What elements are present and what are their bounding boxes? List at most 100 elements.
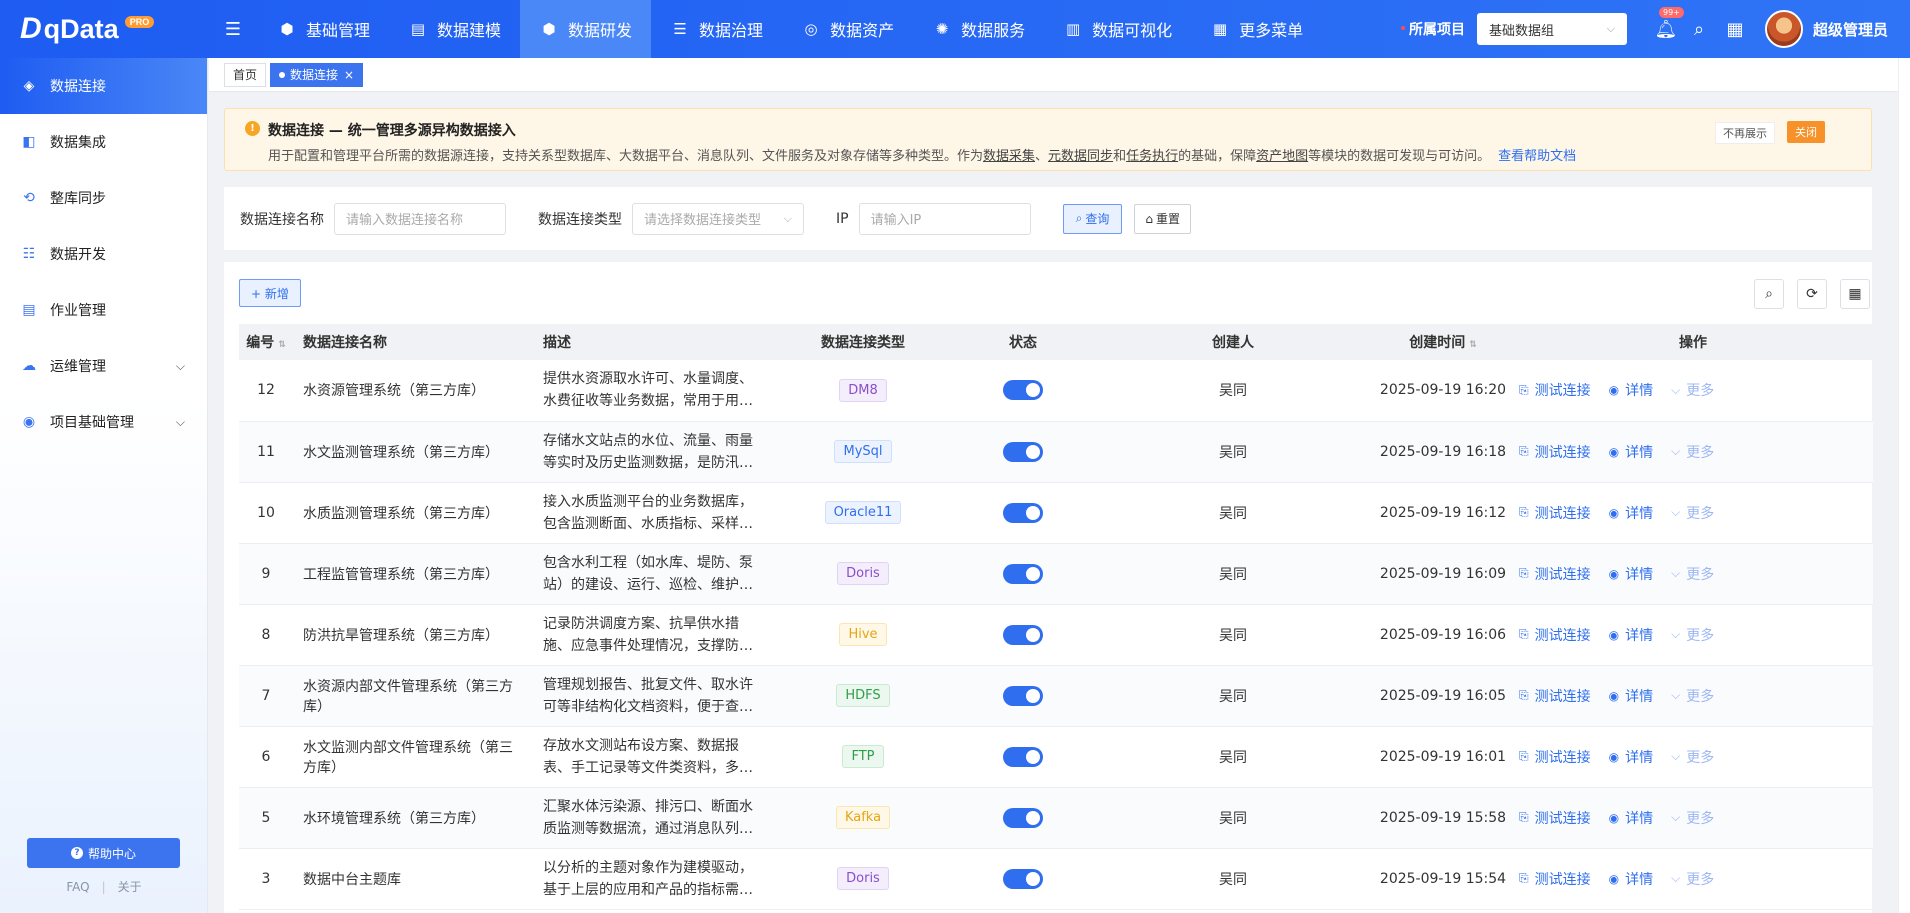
more-button[interactable]: ⌵ 更多: [1671, 808, 1714, 828]
test-connection-button[interactable]: ⎘ 测试连接: [1519, 747, 1591, 767]
table-row[interactable]: 3数据中台主题库以分析的主题对象作为建模驱动，基于上层的应用和产品的指标需求进行…: [239, 848, 1873, 910]
detail-button[interactable]: ◉ 详情: [1609, 442, 1653, 462]
test-connection-button[interactable]: ⎘ 测试连接: [1519, 625, 1591, 645]
notice-link-data-collection[interactable]: 数据采集: [983, 149, 1035, 164]
sidebar-item-3[interactable]: ☷ 数据开发: [0, 226, 207, 282]
more-button[interactable]: ⌵ 更多: [1671, 564, 1714, 584]
tab-0[interactable]: 首页: [224, 62, 267, 87]
faq-link[interactable]: FAQ: [66, 880, 89, 894]
status-toggle[interactable]: [1003, 685, 1043, 706]
table-row[interactable]: 5 水环境管理系统（第三方库） 汇聚水体污染源、排污口、断面水质监测等数据流，通过消…: [239, 787, 1873, 849]
cell-name: 工程监管管理系统（第三方库）: [293, 543, 533, 605]
username[interactable]: 超级管理员: [1813, 19, 1888, 40]
sidebar-item-1[interactable]: ◧ 数据集成: [0, 114, 207, 170]
status-toggle[interactable]: [1003, 502, 1043, 523]
nav-item-4[interactable]: ◎ 数据资产: [782, 0, 913, 58]
sort-icon[interactable]: ⇅: [278, 340, 286, 350]
close-notice-button[interactable]: 关闭: [1787, 121, 1825, 143]
detail-button[interactable]: ◉ 详情: [1609, 869, 1653, 889]
more-button[interactable]: ⌵ 更多: [1671, 442, 1714, 462]
more-button[interactable]: ⌵ 更多: [1671, 869, 1714, 889]
tab-1[interactable]: 数据连接 ×: [270, 62, 364, 87]
test-connection-button[interactable]: ⎘ 测试连接: [1519, 503, 1591, 523]
cell-desc: 存放水文测站布设方案、数据报表、手工记录等文件类资料，多种格式统一存储: [533, 726, 773, 788]
more-button[interactable]: ⌵ 更多: [1671, 503, 1714, 523]
sidebar-item-5[interactable]: ☁ 运维管理 ⌵: [0, 338, 207, 394]
project-select[interactable]: 基础数据组 ⌵: [1476, 13, 1627, 45]
sort-icon[interactable]: ⇅: [1469, 340, 1477, 350]
name-filter-input[interactable]: 请输入数据连接名称: [334, 202, 506, 235]
more-button[interactable]: ⌵ 更多: [1671, 380, 1714, 400]
columns-grid-icon[interactable]: ▦: [1840, 279, 1870, 309]
detail-button[interactable]: ◉ 详情: [1609, 625, 1653, 645]
notification-bell-icon[interactable]: 🔔︎ 99+: [1651, 6, 1684, 40]
table-row[interactable]: 12 水资源管理系统（第三方库） 提供水资源取水许可、水量调度、水费征收等业务数据，…: [239, 360, 1873, 422]
table-row[interactable]: 7 水资源内部文件管理系统（第三方库） 管理规划报告、批复文件、取水许可等非结构化文…: [239, 665, 1873, 727]
notice-link-metadata-sync[interactable]: 元数据同步: [1048, 149, 1113, 164]
refresh-icon[interactable]: ⟳: [1797, 279, 1827, 309]
nav-item-label: 数据可视化: [1092, 21, 1173, 40]
detail-button[interactable]: ◉ 详情: [1609, 747, 1653, 767]
nav-item-6[interactable]: ▥ 数据可视化: [1044, 0, 1191, 58]
about-link[interactable]: 关于: [118, 880, 142, 894]
query-button[interactable]: ⌕ 查询: [1062, 203, 1123, 234]
reset-button[interactable]: ⌂ 重置: [1134, 203, 1191, 234]
test-connection-button[interactable]: ⎘ 测试连接: [1519, 442, 1591, 462]
test-connection-button[interactable]: ⎘ 测试连接: [1519, 564, 1591, 584]
status-toggle[interactable]: [1003, 563, 1043, 584]
test-connection-button[interactable]: ⎘ 测试连接: [1519, 686, 1591, 706]
detail-button[interactable]: ◉ 详情: [1609, 503, 1653, 523]
ip-filter-input[interactable]: 请输入IP: [858, 202, 1031, 235]
info-notice: ! 数据连接 — 统一管理多源异构数据接入 用于配置和管理平台所需的数据源连接，…: [224, 108, 1872, 171]
test-connection-button[interactable]: ⎘ 测试连接: [1519, 380, 1591, 400]
status-toggle[interactable]: [1003, 624, 1043, 645]
table-row[interactable]: 11 水文监测管理系统（第三方库） 存储水文站点的水位、流量、雨量等实时及历史监测数…: [239, 421, 1873, 483]
test-connection-button[interactable]: ⎘ 测试连接: [1519, 808, 1591, 828]
sidebar-item-2[interactable]: ⟲ 整库同步: [0, 170, 207, 226]
sidebar-item-6[interactable]: ◉ 项目基础管理 ⌵: [0, 394, 207, 450]
status-toggle[interactable]: [1003, 807, 1043, 828]
table-row[interactable]: 10 水质监测管理系统（第三方库） 接入水质监测平台的业务数据库，包含监测断面、水质…: [239, 482, 1873, 544]
more-button[interactable]: ⌵ 更多: [1671, 747, 1714, 767]
nav-item-3[interactable]: ☰ 数据治理: [651, 0, 782, 58]
detail-button[interactable]: ◉ 详情: [1609, 380, 1653, 400]
detail-button[interactable]: ◉ 详情: [1609, 686, 1653, 706]
status-toggle[interactable]: [1003, 746, 1043, 767]
menu-toggle-icon[interactable]: ☰: [208, 19, 258, 40]
help-center-button[interactable]: ? 帮助中心: [27, 838, 180, 868]
test-connection-button[interactable]: ⎘ 测试连接: [1519, 869, 1591, 889]
table-row[interactable]: 9 工程监管管理系统（第三方库） 包含水利工程（如水库、堤防、泵站）的建设、运行、巡…: [239, 543, 1873, 605]
col-header-id[interactable]: 编号 ⇅: [239, 324, 293, 360]
add-connection-button[interactable]: + 新增: [239, 279, 301, 307]
nav-item-0[interactable]: ⬢ 基础管理: [258, 0, 389, 58]
close-icon[interactable]: ×: [344, 68, 354, 82]
status-toggle[interactable]: [1003, 441, 1043, 462]
detail-button[interactable]: ◉ 详情: [1609, 808, 1653, 828]
table-row[interactable]: 6 水文监测内部文件管理系统（第三方库） 存放水文测站布设方案、数据报表、手工记录等…: [239, 726, 1873, 788]
page-scrollbar[interactable]: [1898, 58, 1910, 913]
nav-item-label: 基础管理: [306, 21, 371, 40]
app-logo[interactable]: D qData PRO: [0, 0, 208, 58]
sidebar-item-0[interactable]: ◈ 数据连接: [0, 58, 207, 114]
detail-button[interactable]: ◉ 详情: [1609, 564, 1653, 584]
nav-item-5[interactable]: ✺ 数据服务: [913, 0, 1044, 58]
dont-show-again-button[interactable]: 不再展示: [1715, 122, 1775, 144]
nav-item-1[interactable]: ▤ 数据建模: [389, 0, 520, 58]
notice-link-asset-map[interactable]: 资产地图: [1256, 149, 1308, 164]
avatar[interactable]: [1764, 10, 1803, 48]
more-button[interactable]: ⌵ 更多: [1671, 625, 1714, 645]
help-doc-link[interactable]: 查看帮助文档: [1498, 149, 1576, 164]
search-icon[interactable]: ⌕: [1681, 19, 1717, 40]
notice-link-task-execution[interactable]: 任务执行: [1126, 149, 1178, 164]
sidebar-item-4[interactable]: ▤ 作业管理: [0, 282, 207, 338]
nav-item-2[interactable]: ⬢ 数据研发: [520, 0, 652, 58]
toggle-search-icon[interactable]: ⌕: [1754, 279, 1784, 309]
table-row[interactable]: 8 防洪抗旱管理系统（第三方库） 记录防洪调度方案、抗旱供水措施、应急事件处理情况，…: [239, 604, 1873, 666]
nav-item-7[interactable]: ▦ 更多菜单: [1191, 0, 1322, 58]
status-toggle[interactable]: [1003, 380, 1043, 401]
status-toggle[interactable]: [1003, 868, 1043, 889]
more-button[interactable]: ⌵ 更多: [1671, 686, 1714, 706]
type-filter-select[interactable]: 请选择数据连接类型 ⌵: [632, 202, 804, 235]
layout-grid-icon[interactable]: ▦: [1717, 19, 1753, 40]
col-header-created-at[interactable]: 创建时间 ⇅: [1373, 324, 1513, 360]
